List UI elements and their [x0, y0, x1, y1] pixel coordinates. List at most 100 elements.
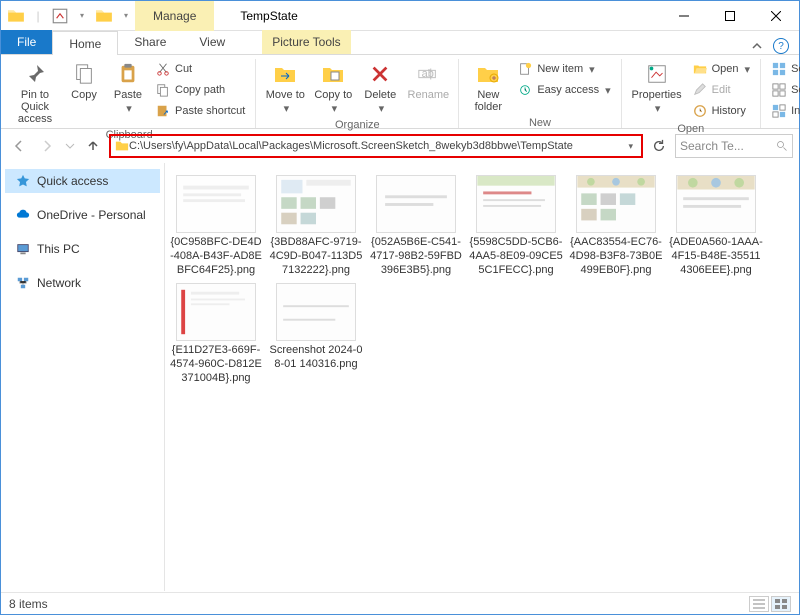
tab-view[interactable]: View — [183, 30, 242, 54]
move-to-button[interactable]: Move to▾ — [262, 59, 308, 117]
thumbnails-view-button[interactable] — [771, 596, 791, 612]
search-icon — [776, 140, 788, 152]
thumbnail — [476, 175, 556, 233]
new-item-icon — [517, 61, 533, 77]
pin-quick-access-button[interactable]: Pin to Quick access — [9, 59, 61, 127]
sidebar-item-network[interactable]: Network — [5, 271, 160, 295]
tab-home[interactable]: Home — [52, 31, 118, 55]
sidebar-item-this-pc[interactable]: This PC — [5, 237, 160, 261]
file-item[interactable]: {E11D27E3-669F-4574-960C-D812E371004B}.p… — [169, 283, 263, 385]
file-name: {AAC83554-EC76-4D98-B3F8-73B0E499EB0F}.p… — [569, 236, 663, 277]
properties-icon — [644, 61, 670, 87]
history-button[interactable]: History — [688, 101, 754, 121]
ribbon-tabs: File Home Share View Picture Tools ? — [1, 31, 799, 55]
sidebar-item-onedrive[interactable]: OneDrive - Personal — [5, 203, 160, 227]
invert-selection-button[interactable]: Invert selection — [767, 101, 800, 121]
navigation-bar: C:\Users\fy\AppData\Local\Packages\Micro… — [1, 129, 799, 163]
history-icon — [692, 103, 708, 119]
window-controls — [661, 1, 799, 30]
address-dropdown-icon[interactable]: ▾ — [624, 141, 637, 152]
cloud-icon — [15, 207, 31, 223]
qat-dropdown-icon[interactable]: ▾ — [117, 7, 135, 25]
file-item[interactable]: Screenshot 2024-08-01 140316.png — [269, 283, 363, 385]
address-path: C:\Users\fy\AppData\Local\Packages\Micro… — [129, 140, 624, 152]
item-count: 8 items — [9, 597, 48, 611]
forward-button[interactable] — [35, 134, 59, 158]
minimize-button[interactable] — [661, 1, 707, 31]
file-item[interactable]: {3BD88AFC-9719-4C9D-B047-113D57132222}.p… — [269, 175, 363, 277]
sidebar-item-quick-access[interactable]: Quick access — [5, 169, 160, 193]
tab-file[interactable]: File — [1, 30, 52, 54]
close-button[interactable] — [753, 1, 799, 31]
easy-access-button[interactable]: Easy access▾ — [513, 80, 614, 100]
collapse-ribbon-icon[interactable] — [751, 40, 763, 52]
address-bar[interactable]: C:\Users\fy\AppData\Local\Packages\Micro… — [109, 134, 643, 158]
sidebar-label: Quick access — [37, 174, 108, 188]
ribbon-group-clipboard: Pin to Quick access Copy Paste▾ Cut Copy… — [3, 59, 256, 128]
file-item[interactable]: {0C958BFC-DE4D-408A-B43F-AD8EBFC64F25}.p… — [169, 175, 263, 277]
file-item[interactable]: {ADE0A560-1AAA-4F15-B48E-355114306EEE}.p… — [669, 175, 763, 277]
new-folder-button[interactable]: New folder — [465, 59, 511, 115]
organize-label: Organize — [335, 117, 380, 133]
copy-icon — [71, 61, 97, 87]
paste-shortcut-button[interactable]: Paste shortcut — [151, 101, 249, 121]
delete-button[interactable]: Delete▾ — [358, 59, 402, 117]
recent-dropdown[interactable] — [63, 134, 77, 158]
maximize-button[interactable] — [707, 1, 753, 31]
status-bar: 8 items — [1, 592, 799, 614]
ribbon: Pin to Quick access Copy Paste▾ Cut Copy… — [1, 55, 799, 129]
edit-icon — [692, 82, 708, 98]
rename-button[interactable]: ab Rename — [404, 59, 452, 103]
thumbnail — [276, 283, 356, 341]
search-input[interactable]: Search Te... — [675, 134, 793, 158]
properties-button[interactable]: Properties▾ — [628, 59, 686, 117]
move-to-icon — [272, 61, 298, 87]
copy-to-icon — [320, 61, 346, 87]
computer-icon — [15, 241, 31, 257]
edit-button[interactable]: Edit — [688, 80, 754, 100]
up-button[interactable] — [81, 134, 105, 158]
delete-icon — [367, 61, 393, 87]
open-button[interactable]: Open▾ — [688, 59, 754, 79]
details-view-button[interactable] — [749, 596, 769, 612]
easy-access-icon — [517, 82, 533, 98]
quick-access-toolbar: | ▾ ▾ — [1, 1, 135, 30]
cut-button[interactable]: Cut — [151, 59, 249, 79]
help-icon[interactable]: ? — [773, 38, 789, 54]
select-all-button[interactable]: Select all — [767, 59, 800, 79]
file-item[interactable]: {5598C5DD-5CB6-4AA5-8E09-09CE55C1FECC}.p… — [469, 175, 563, 277]
sidebar-label: OneDrive - Personal — [37, 208, 146, 222]
paste-button[interactable]: Paste▾ — [107, 59, 149, 117]
ribbon-group-open: Properties▾ Open▾ Edit History Open — [622, 59, 761, 128]
back-button[interactable] — [7, 134, 31, 158]
file-name: {5598C5DD-5CB6-4AA5-8E09-09CE55C1FECC}.p… — [469, 236, 563, 277]
new-folder-icon[interactable] — [95, 7, 113, 25]
ribbon-group-organize: Move to▾ Copy to▾ Delete▾ ab Rename Orga… — [256, 59, 459, 128]
rename-icon: ab — [415, 61, 441, 87]
select-none-icon — [771, 82, 787, 98]
title-bar: | ▾ ▾ Manage TempState — [1, 1, 799, 31]
svg-text:ab: ab — [422, 68, 434, 80]
tab-share[interactable]: Share — [118, 30, 183, 54]
qat-chevron[interactable]: ▾ — [73, 7, 91, 25]
properties-icon[interactable] — [51, 7, 69, 25]
ribbon-group-new: New folder New item▾ Easy access▾ New — [459, 59, 621, 128]
copy-to-button[interactable]: Copy to▾ — [310, 59, 356, 117]
pin-icon — [22, 61, 48, 87]
select-none-button[interactable]: Select none — [767, 80, 800, 100]
copy-button[interactable]: Copy — [63, 59, 105, 103]
file-item[interactable]: {AAC83554-EC76-4D98-B3F8-73B0E499EB0F}.p… — [569, 175, 663, 277]
file-name: {3BD88AFC-9719-4C9D-B047-113D57132222}.p… — [269, 236, 363, 277]
file-item[interactable]: {052A5B6E-C541-4717-98B2-59FBD396E3B5}.p… — [369, 175, 463, 277]
refresh-button[interactable] — [647, 134, 671, 158]
sidebar-label: Network — [37, 276, 81, 290]
paste-icon — [115, 61, 141, 87]
folder-icon — [7, 7, 25, 25]
file-list: {0C958BFC-DE4D-408A-B43F-AD8EBFC64F25}.p… — [165, 163, 799, 591]
star-icon — [15, 173, 31, 189]
new-item-button[interactable]: New item▾ — [513, 59, 614, 79]
copy-path-button[interactable]: Copy path — [151, 80, 249, 100]
thumbnail — [276, 175, 356, 233]
window-title: TempState — [240, 9, 297, 23]
tab-picture-tools[interactable]: Picture Tools — [262, 30, 350, 54]
